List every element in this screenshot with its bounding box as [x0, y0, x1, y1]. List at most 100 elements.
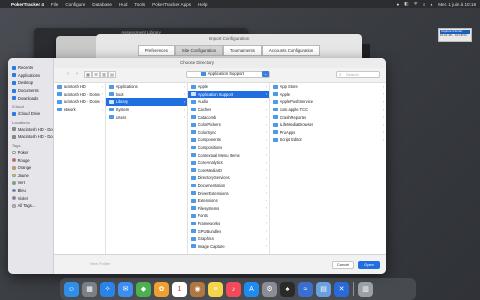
folder-row[interactable]: Users ›	[106, 113, 187, 121]
sidebar-item[interactable]: Macintosh HD - Données	[8, 126, 53, 134]
maps-icon[interactable]: ◆	[136, 281, 151, 297]
folder-row[interactable]: ApplePushService ›	[270, 98, 386, 106]
mail-icon[interactable]: ✉	[118, 281, 133, 297]
tab-preferences[interactable]: Preferences	[137, 45, 175, 56]
folder-row[interactable]: Audio ›	[188, 98, 269, 106]
tag-item[interactable]: Violet	[8, 194, 53, 202]
gallery-view-button[interactable]: ▤	[108, 70, 116, 78]
menu-configure[interactable]: Configure	[65, 2, 85, 7]
music-icon[interactable]: ♪	[226, 281, 241, 297]
back-button[interactable]: ‹	[64, 70, 72, 78]
launchpad-icon[interactable]: ▦	[82, 281, 97, 297]
tag-item[interactable]: Rouge	[8, 156, 53, 164]
folder-row[interactable]: Apple ›	[188, 83, 269, 91]
folder-row[interactable]: GPUBundles ›	[188, 227, 269, 235]
wifi-icon[interactable]: ᯤ	[414, 1, 418, 7]
icon-view-button[interactable]: ▦	[84, 70, 92, 78]
folder-row[interactable]: Fonts ›	[188, 212, 269, 220]
sidebar-item[interactable]: Applications	[8, 72, 53, 80]
monterey-icon[interactable]: ≈	[298, 281, 313, 297]
folder-row[interactable]: ColorSync ›	[188, 129, 269, 137]
desktop-screenshot-file[interactable]: Capture d'écran 10.21.48... 10.18.53	[438, 28, 472, 42]
trash-icon[interactable]: ▥	[358, 281, 373, 297]
folder-row[interactable]: com.apple.TCC ›	[270, 106, 386, 114]
column-view-button[interactable]: ▥	[100, 70, 108, 78]
tag-item[interactable]: Vert	[8, 179, 53, 187]
folder-row[interactable]: CoreMediaIO ›	[188, 167, 269, 175]
chevron-down-icon[interactable]: ⌄	[262, 71, 269, 78]
sidebar-item[interactable]: Desktop	[8, 79, 53, 87]
folder-row[interactable]: Caches ›	[188, 106, 269, 114]
location-popup[interactable]: Application Support ⌄	[186, 70, 270, 78]
folder-row[interactable]: acintosh HD - Données›	[54, 98, 105, 106]
folder-row[interactable]: Applications ›	[106, 83, 187, 91]
tab-site-configuration[interactable]: Site Configuration	[174, 45, 224, 56]
folder-row[interactable]: boot ›	[106, 91, 187, 99]
folder-row[interactable]: Image Capture ›	[188, 242, 269, 250]
safari-icon[interactable]: ✧	[100, 281, 115, 297]
folder-row[interactable]: Graphics ›	[188, 235, 269, 243]
sidebar-item[interactable]: Recents	[8, 64, 53, 72]
folder-row[interactable]: Catacomb ›	[188, 113, 269, 121]
menu-database[interactable]: Database	[92, 2, 112, 7]
menu-file[interactable]: File	[51, 2, 58, 7]
calendar-icon[interactable]: 1	[172, 281, 187, 297]
pokertracker-icon[interactable]: ♠	[280, 281, 295, 297]
appstore-icon[interactable]: A	[244, 281, 259, 297]
xcode-icon[interactable]: ✕	[334, 281, 349, 297]
cancel-button[interactable]: Cancel	[332, 261, 354, 269]
menu-clock[interactable]: Mer. 1 juin à 10:18	[438, 2, 476, 7]
contacts-icon[interactable]: ◉	[190, 281, 205, 297]
sidebar-item[interactable]: Macintosh HD - Données	[8, 133, 53, 141]
sidebar-item[interactable]: Documents	[8, 87, 53, 95]
folder-row[interactable]: DirectoryServices ›	[188, 174, 269, 182]
folder-row[interactable]: App Store ›	[270, 83, 386, 91]
folder-row[interactable]: Application Support ›	[188, 90, 269, 99]
menu-tools[interactable]: Tools	[134, 2, 145, 7]
menu-pokertracker-apps[interactable]: PokerTracker Apps	[152, 2, 191, 7]
tag-item[interactable]: Bleu	[8, 187, 53, 195]
folder-row[interactable]: Contextual Menu Items ›	[188, 151, 269, 159]
open-button[interactable]: Open	[358, 261, 380, 269]
menu-help[interactable]: Help	[198, 2, 207, 7]
folder-row[interactable]: CrashReporter ›	[270, 113, 386, 121]
sidebar-item[interactable]: Downloads	[8, 94, 53, 102]
control-center-icon[interactable]: ◐	[430, 2, 433, 7]
folder-row[interactable]: ProApps ›	[270, 129, 386, 137]
folder-row[interactable]: Library ›	[106, 98, 187, 106]
new-folder-button[interactable]: New Folder	[90, 261, 110, 266]
folder-row[interactable]: Script Editor ›	[270, 136, 386, 144]
folder-row[interactable]: acintosh HD ›	[54, 83, 105, 91]
finder-icon[interactable]: ☺	[64, 281, 79, 297]
tab-tournaments[interactable]: Tournaments	[223, 45, 262, 56]
sidebar-item[interactable]: iCloud Drive	[8, 110, 53, 118]
status-icon-1[interactable]: ●	[397, 2, 400, 7]
folder-row[interactable]: acintosh HD - Données›	[54, 91, 105, 99]
folder-row[interactable]: Components ›	[188, 136, 269, 144]
menu-hud[interactable]: Hud	[119, 2, 127, 7]
notes-icon[interactable]: ≡	[208, 281, 223, 297]
app-menu[interactable]: PokerTracker 4	[11, 2, 44, 7]
tag-item[interactable]: All Tags...	[8, 202, 53, 210]
folder-row[interactable]: Filesystems ›	[188, 205, 269, 213]
tag-item[interactable]: Orange	[8, 164, 53, 172]
folder-row[interactable]: Compositions ›	[188, 144, 269, 152]
folder-row[interactable]: iLifeMediaBrowser ›	[270, 121, 386, 129]
status-icon-2[interactable]: ◧	[404, 1, 408, 7]
folder-row[interactable]: Frameworks ›	[188, 220, 269, 228]
folder-row[interactable]: DriverExtensions ›	[188, 189, 269, 197]
tag-item[interactable]: Jaune	[8, 172, 53, 180]
folder-row[interactable]: System ›	[106, 106, 187, 114]
photos-icon[interactable]: ✿	[154, 281, 169, 297]
tab-accounts-configuration[interactable]: Accounts Configuration	[261, 45, 321, 56]
forward-button[interactable]: ›	[73, 70, 81, 78]
search-input[interactable]: ⌕ Search	[336, 70, 380, 78]
list-view-button[interactable]: ☰	[92, 70, 100, 78]
folder-row[interactable]: ColorPickers ›	[188, 121, 269, 129]
tag-item[interactable]: Poker	[8, 149, 53, 157]
folder-row[interactable]: Documentation ›	[188, 182, 269, 190]
spotlight-icon[interactable]: ⌕	[423, 2, 426, 7]
folder-row[interactable]: Apple ›	[270, 91, 386, 99]
preview-icon[interactable]: ▤	[316, 281, 331, 297]
settings-icon[interactable]: ⚙	[262, 281, 277, 297]
